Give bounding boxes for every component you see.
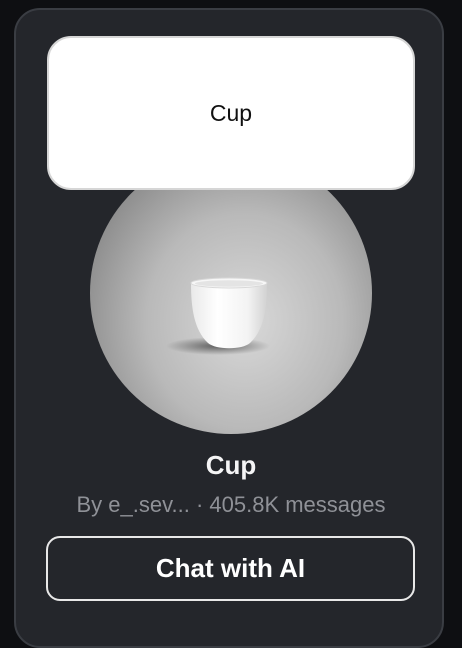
character-avatar (90, 152, 372, 434)
author-handle[interactable]: By e_.sev... (77, 492, 190, 517)
chat-with-ai-button[interactable]: Chat with AI (46, 536, 415, 601)
character-meta: By e_.sev... · 405.8K messages (16, 492, 446, 518)
message-count: 405.8K messages (209, 492, 386, 517)
character-name: Cup (205, 450, 257, 480)
cup-image (166, 277, 270, 355)
meta-separator: · (195, 492, 204, 517)
greeting-text: Cup (209, 99, 253, 126)
greeting-bubble: Cup (47, 36, 415, 190)
character-card[interactable]: Cup Cup By e_.sev... · 405.8K messages C… (14, 8, 444, 648)
